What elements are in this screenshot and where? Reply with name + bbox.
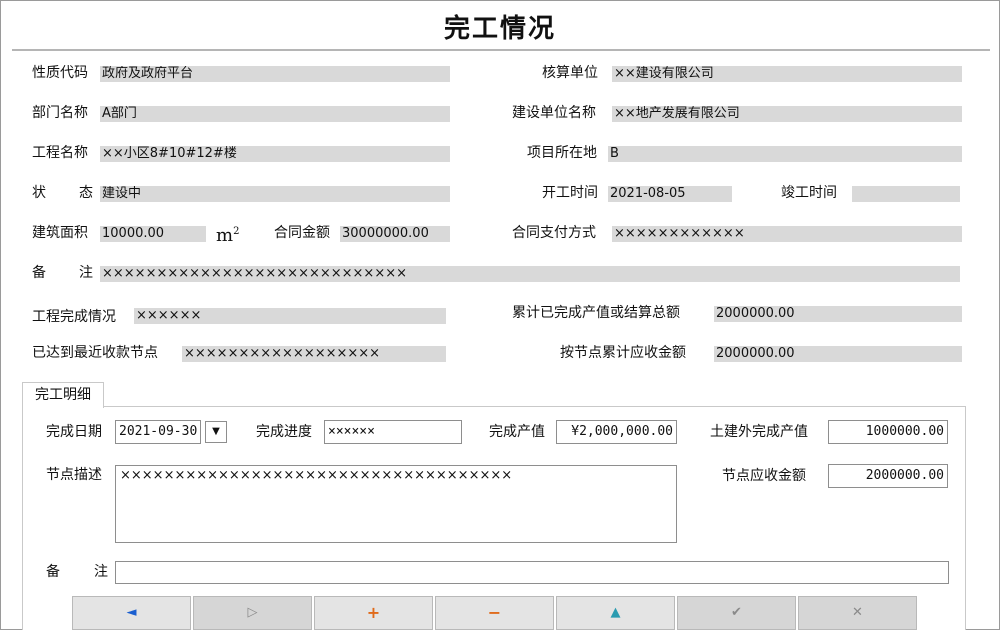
project-name-field[interactable]: ××小区8#10#12#楼 — [100, 146, 450, 162]
accounting-unit-label: 核算单位 — [542, 65, 598, 81]
edit-record-button[interactable]: ▲ — [556, 596, 675, 630]
node-desc-label: 节点描述 — [46, 467, 102, 483]
page-title: 完工情况 — [443, 14, 556, 44]
finish-date-label: 竣工时间 — [781, 185, 837, 201]
dept-label: 部门名称 — [32, 105, 88, 121]
completion-date-label: 完成日期 — [46, 424, 102, 440]
remark-field[interactable]: ×××××××××××××××××××××××××××× — [100, 266, 960, 282]
record-navigator: ◄ ▷ + − ▲ ✔ ✕ — [72, 596, 918, 630]
finish-date-field[interactable] — [852, 186, 960, 202]
status-label-char1: 状 — [32, 185, 46, 201]
cumulative-output-field[interactable]: 2000000.00 — [714, 306, 962, 322]
accounting-unit-field[interactable]: ××建设有限公司 — [612, 66, 962, 82]
status-field[interactable]: 建设中 — [100, 186, 450, 202]
next-record-button[interactable]: ▷ — [193, 596, 312, 630]
next-arrow-icon: ▷ — [247, 605, 258, 620]
progress-input[interactable]: ×××××× — [324, 420, 462, 444]
node-amount-input[interactable]: 2000000.00 — [828, 464, 948, 488]
title-divider — [12, 49, 990, 51]
progress-label: 完成进度 — [256, 424, 312, 440]
date-dropdown-icon[interactable]: ▼ — [205, 421, 227, 443]
prior-record-button[interactable]: ◄ — [72, 596, 191, 630]
node-receivable-label: 按节点累计应收金额 — [560, 345, 686, 361]
detail-remark-label-char2: 注 — [94, 564, 108, 580]
contract-amount-field[interactable]: 30000000.00 — [340, 226, 450, 242]
completion-label: 工程完成情况 — [32, 309, 116, 325]
payment-method-field[interactable]: ×××××××××××× — [612, 226, 962, 242]
completion-field[interactable]: ×××××× — [134, 308, 446, 324]
nature-code-label: 性质代码 — [32, 65, 88, 81]
start-date-field[interactable]: 2021-08-05 — [608, 186, 732, 202]
node-reached-label: 已达到最近收款节点 — [32, 345, 158, 361]
contract-amount-label: 合同金额 — [274, 225, 330, 241]
up-triangle-icon: ▲ — [610, 605, 621, 620]
builder-label: 建设单位名称 — [512, 105, 596, 121]
detail-remark-input[interactable] — [115, 561, 949, 584]
location-label: 项目所在地 — [527, 145, 597, 161]
node-receivable-field[interactable]: 2000000.00 — [714, 346, 962, 362]
post-record-button[interactable]: ✔ — [677, 596, 796, 630]
area-field[interactable]: 10000.00 — [100, 226, 206, 242]
dept-field[interactable]: A部门 — [100, 106, 450, 122]
start-date-label: 开工时间 — [542, 185, 598, 201]
status-label-char2: 态 — [79, 185, 93, 201]
location-field[interactable]: B — [608, 146, 962, 162]
node-desc-textarea[interactable]: ×××××××××××××××××××××××××××××××××××× — [115, 465, 677, 543]
nature-code-field[interactable]: 政府及政府平台 — [100, 66, 450, 82]
area-label: 建筑面积 — [32, 225, 88, 241]
minus-icon: − — [487, 603, 502, 622]
cancel-record-button[interactable]: ✕ — [798, 596, 917, 630]
extra-output-label: 土建外完成产值 — [710, 424, 808, 440]
cumulative-output-label: 累计已完成产值或结算总额 — [512, 305, 680, 321]
delete-record-button[interactable]: − — [435, 596, 554, 630]
output-input[interactable]: ¥2,000,000.00 — [556, 420, 677, 444]
extra-output-input[interactable]: 1000000.00 — [828, 420, 948, 444]
insert-record-button[interactable]: + — [314, 596, 433, 630]
project-name-label: 工程名称 — [32, 145, 88, 161]
tab-completion-detail[interactable]: 完工明细 — [22, 382, 104, 408]
detail-remark-label-char1: 备 — [46, 564, 60, 580]
node-amount-label: 节点应收金额 — [722, 468, 806, 484]
node-reached-field[interactable]: ×××××××××××××××××× — [182, 346, 446, 362]
builder-field[interactable]: ××地产发展有限公司 — [612, 106, 962, 122]
remark-label-char1: 备 — [32, 265, 46, 281]
plus-icon: + — [366, 603, 381, 622]
output-label: 完成产值 — [489, 424, 545, 440]
remark-label-char2: 注 — [79, 265, 93, 281]
cross-icon: ✕ — [852, 605, 863, 620]
check-icon: ✔ — [731, 605, 742, 620]
prior-arrow-icon: ◄ — [126, 605, 137, 620]
square-meter-unit: m2 — [216, 225, 240, 246]
completion-date-input[interactable]: 2021-09-30 — [115, 420, 201, 444]
payment-method-label: 合同支付方式 — [512, 225, 596, 241]
